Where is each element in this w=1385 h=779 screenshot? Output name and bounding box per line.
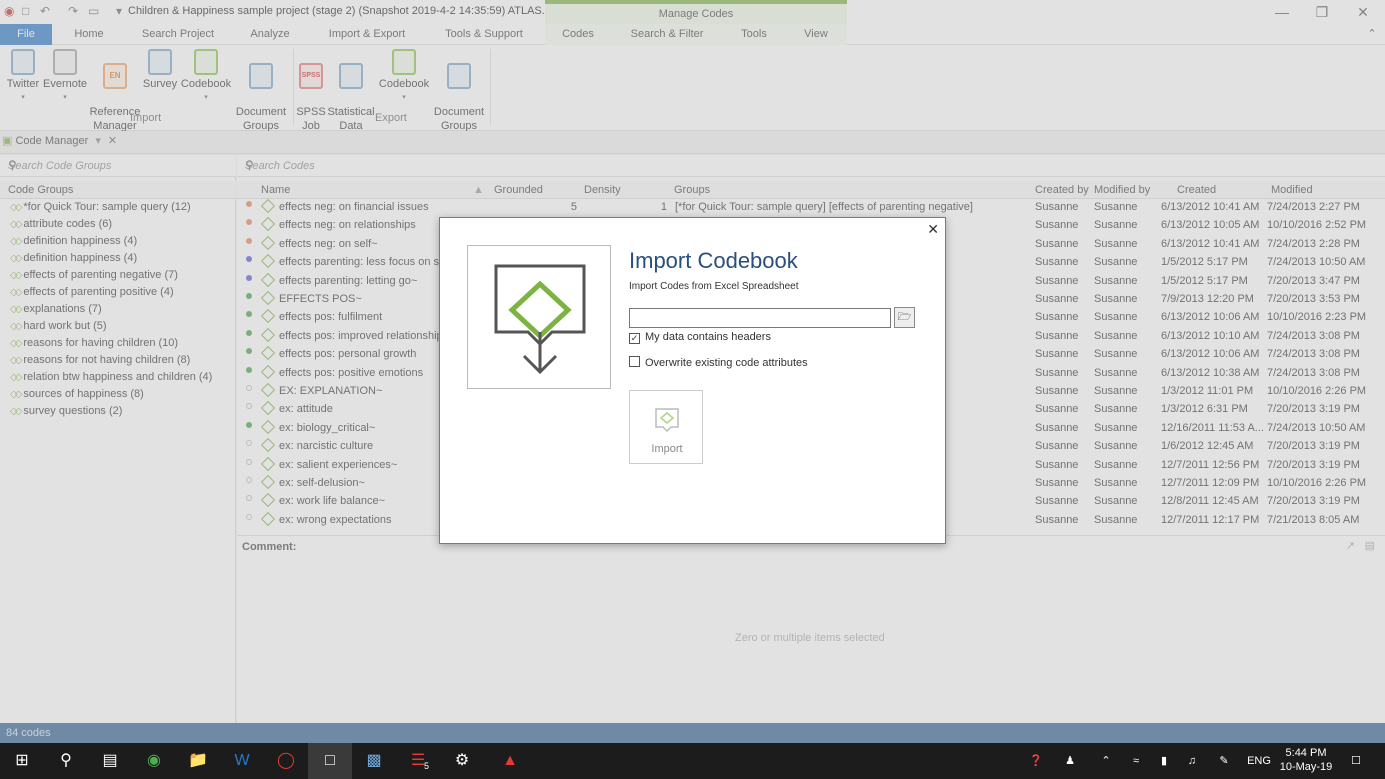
todoist-icon[interactable]: ☰ 5 (396, 743, 440, 779)
file-path-input[interactable] (629, 308, 891, 328)
import-codebook-dialog: ✕ Import Codebook Import Codes from Exce… (439, 217, 946, 544)
pen-icon[interactable]: ✎ (1214, 743, 1234, 779)
clock-time: 5:44 PM (1285, 747, 1327, 759)
atlas-ti-taskbar-icon[interactable]: □ (308, 743, 352, 779)
volume-icon[interactable]: ♫ (1182, 743, 1202, 779)
headers-checkbox[interactable]: ✓ My data contains headers (629, 331, 771, 344)
import-codebook-large-icon (467, 245, 611, 389)
overwrite-checkbox[interactable]: Overwrite existing code attributes (629, 356, 808, 369)
headers-checkbox-label: My data contains headers (645, 331, 771, 343)
language-indicator[interactable]: ENG (1244, 743, 1274, 779)
headers-checkbox-box[interactable]: ✓ (629, 333, 640, 344)
clock[interactable]: 5:44 PM 10-May-19 (1278, 743, 1334, 779)
battery-icon[interactable]: ▮ (1154, 743, 1174, 779)
people-icon[interactable]: ♟ (1060, 743, 1080, 779)
settings-gear-icon[interactable]: ⚙ (440, 743, 484, 779)
import-button[interactable]: Import (629, 390, 703, 464)
show-hidden-icons-chevron-icon[interactable]: ⌃ (1096, 743, 1116, 779)
help-icon[interactable]: ❓ (1024, 743, 1048, 779)
overwrite-checkbox-label: Overwrite existing code attributes (645, 357, 808, 369)
todoist-badge: 5 (424, 761, 430, 771)
wifi-icon[interactable]: ≈ (1126, 743, 1146, 779)
notification-icon[interactable]: ☐ (1344, 743, 1368, 779)
dialog-title: Import Codebook (629, 248, 798, 273)
dialog-close-button[interactable]: ✕ (927, 221, 939, 238)
overwrite-checkbox-box[interactable] (629, 356, 640, 367)
atlas-ti-window: ◉ □ ↶ ↷ ▭ ▾ Children & Happiness sample … (0, 0, 1385, 743)
import-button-label: Import (651, 443, 683, 455)
search-icon[interactable]: ⚲ (44, 743, 88, 779)
windows-taskbar: ⊞ ⚲ ▤ ◉ 📁 W ◯ □ ▩ ☰ 5 ⚙ ▲ ❓ ♟ ⌃ ≈ ▮ ♫ ✎ E… (0, 743, 1385, 779)
word-icon[interactable]: W (220, 743, 264, 779)
start-button[interactable]: ⊞ (0, 743, 44, 779)
opera-icon[interactable]: ◯ (264, 743, 308, 779)
clock-date: 10-May-19 (1279, 761, 1333, 773)
import-icon (655, 408, 679, 433)
browse-folder-button[interactable]: 🗁 (894, 307, 915, 328)
folder-icon: 🗁 (897, 311, 912, 323)
file-explorer-icon[interactable]: 📁 (176, 743, 220, 779)
dialog-subtitle: Import Codes from Excel Spreadsheet (629, 281, 799, 292)
calendar-icon[interactable]: ▩ (352, 743, 396, 779)
task-view-icon[interactable]: ▤ (88, 743, 132, 779)
chrome-icon[interactable]: ◉ (132, 743, 176, 779)
acrobat-icon[interactable]: ▲ (488, 743, 532, 779)
